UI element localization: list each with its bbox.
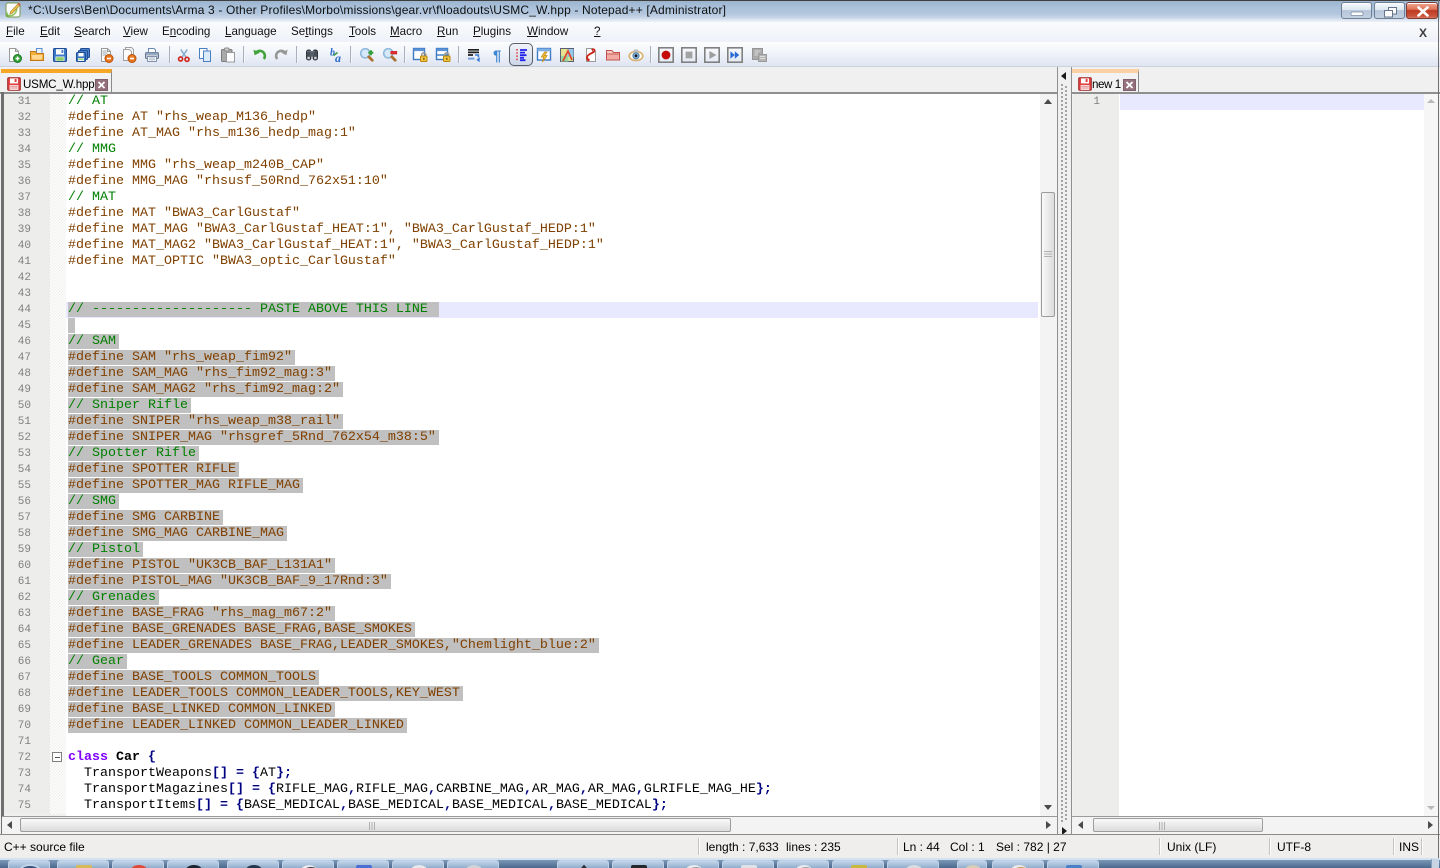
svg-text:¶: ¶ (493, 48, 501, 64)
